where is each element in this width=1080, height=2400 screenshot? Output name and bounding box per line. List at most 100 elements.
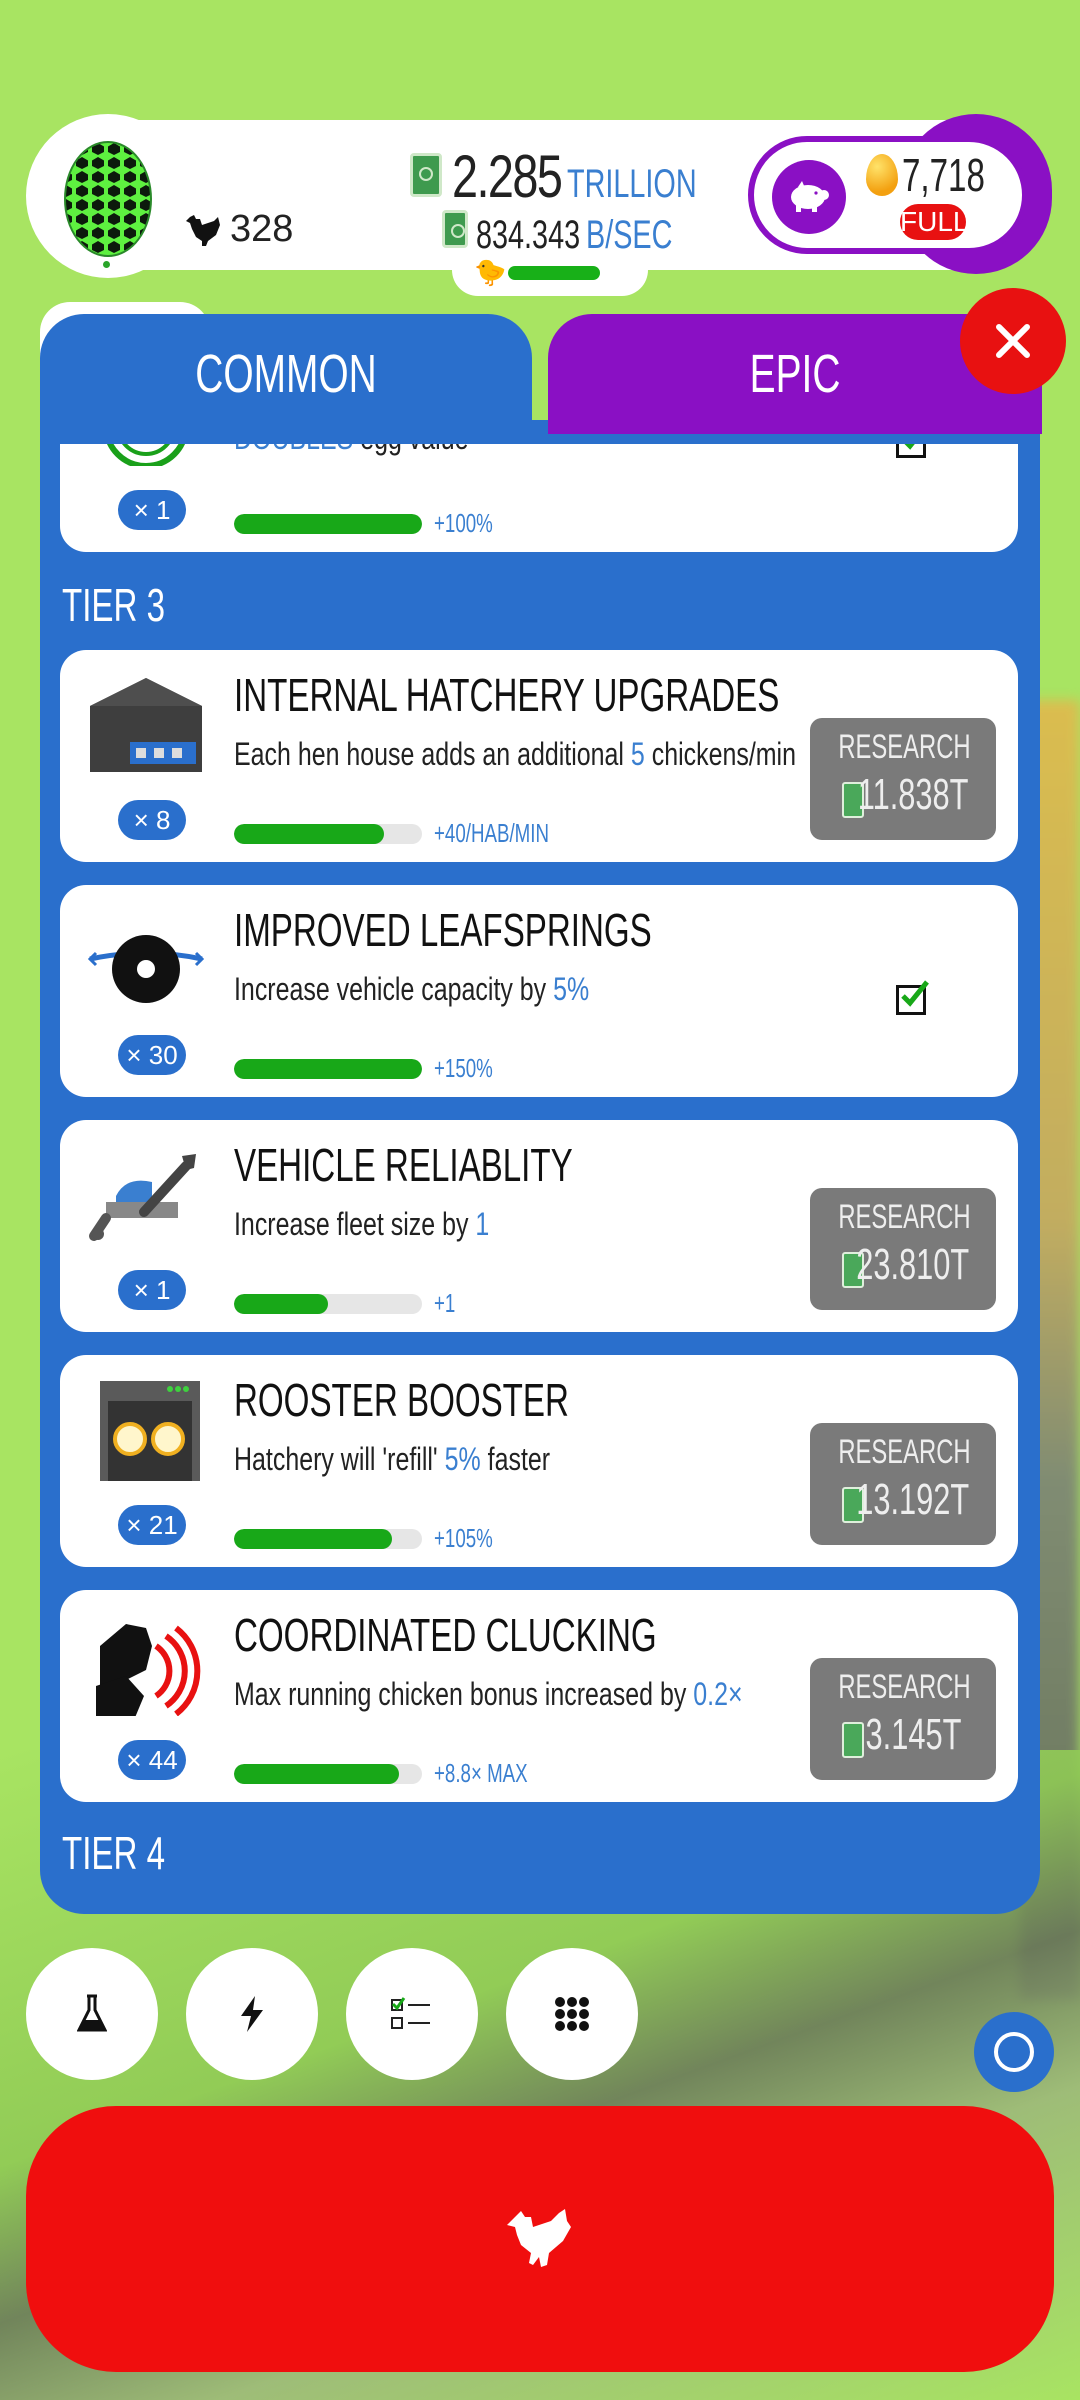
research-effect: +8.8× MAX <box>434 1758 528 1788</box>
egg-icon <box>64 141 152 257</box>
research-progress-track <box>234 824 422 844</box>
money-display: 2.285 TRILLION <box>410 142 747 211</box>
research-desc-highlight: 5 <box>630 736 645 772</box>
research-desc-highlight: 0.2× <box>693 1676 743 1712</box>
wheel-icon <box>87 935 205 1003</box>
research-cost: 11.838T <box>857 770 969 819</box>
tab-common[interactable]: COMMON <box>40 314 532 434</box>
research-desc-suffix: chickens/min <box>651 736 796 772</box>
research-count: × 1 <box>118 490 186 530</box>
chicken-count: 328 <box>184 208 293 251</box>
grid-icon <box>555 1997 589 2031</box>
research-progress-fill <box>234 1294 328 1314</box>
research-desc-text: egg value <box>360 444 468 456</box>
research-effect: +150% <box>434 1053 493 1083</box>
research-effect: +100% <box>434 508 493 538</box>
checklist-icon <box>391 1997 430 2029</box>
research-cost: 13.192T <box>856 1475 970 1524</box>
research-desc-text: Increase vehicle capacity by <box>234 971 547 1007</box>
research-button[interactable]: RESEARCH 11.838T <box>810 718 996 840</box>
money-unit: TRILLION <box>567 162 697 206</box>
research-count: × 30 <box>118 1035 186 1075</box>
camera-toggle-button[interactable] <box>974 2012 1054 2092</box>
research-lab-button[interactable] <box>26 1948 158 2080</box>
close-button[interactable] <box>960 288 1066 394</box>
hen-house-icon <box>90 678 202 772</box>
research-button-label: RESEARCH <box>838 1668 971 1706</box>
research-effect: +40/HAB/MIN <box>434 818 549 848</box>
drone-progress[interactable]: 🐤 <box>452 250 648 296</box>
flask-icon <box>77 1994 107 2032</box>
research-progress-fill <box>234 824 385 844</box>
piggy-bank-button[interactable] <box>772 160 846 234</box>
research-desc: Increase fleet size by 1 <box>234 1206 489 1243</box>
research-card: × 30 IMPROVED LEAFSPRINGS Increase vehic… <box>60 885 1018 1097</box>
research-button-label: RESEARCH <box>838 728 971 766</box>
research-desc-text: Hatchery will 'refill' <box>234 1441 438 1477</box>
research-progress-track <box>234 1764 422 1784</box>
egg-portrait[interactable] <box>26 114 190 278</box>
research-progress-fill <box>234 514 422 534</box>
research-desc-highlight: 5% <box>444 1441 481 1477</box>
research-button[interactable]: RESEARCH 23.810T <box>810 1188 996 1310</box>
research-title: IMPROVED LEAFSPRINGS <box>234 904 652 956</box>
research-progress-track <box>234 1059 422 1079</box>
research-card: × 21 ROOSTER BOOSTER Hatchery will 'refi… <box>60 1355 1018 1567</box>
golden-eggs: 7,718 <box>866 148 1017 202</box>
research-title: INTERNAL HATCHERY UPGRADES <box>234 669 780 721</box>
piggy-bank-icon <box>791 181 829 212</box>
research-count: × 8 <box>118 800 186 840</box>
research-title: COORDINATED CLUCKING <box>234 1609 657 1661</box>
research-button[interactable]: RESEARCH 3.145T <box>810 1658 996 1780</box>
research-desc-text: Max running chicken bonus increased by <box>234 1676 687 1712</box>
research-desc-suffix: faster <box>487 1441 551 1477</box>
completed-checkbox-icon <box>896 444 926 458</box>
research-desc: Hatchery will 'refill' 5% faster <box>234 1441 550 1478</box>
research-card: × 8 INTERNAL HATCHERY UPGRADES Each hen … <box>60 650 1018 862</box>
chicken-icon <box>186 214 220 246</box>
research-title: ROOSTER BOOSTER <box>234 1374 569 1426</box>
menu-grid-button[interactable] <box>506 1948 638 2080</box>
missions-button[interactable] <box>346 1948 478 2080</box>
research-progress-fill <box>234 1059 422 1079</box>
boosts-button[interactable] <box>186 1948 318 2080</box>
research-progress-track <box>234 514 422 534</box>
target-icon <box>106 444 186 466</box>
piggy-full-badge: FULL <box>900 204 968 240</box>
research-desc-text: Increase fleet size by <box>234 1206 469 1242</box>
research-card: × 1 VEHICLE RELIABLITY Increase fleet si… <box>60 1120 1018 1332</box>
completed-checkbox-icon <box>896 980 929 1015</box>
research-desc-highlight: 1 <box>475 1206 490 1242</box>
research-progress-track <box>234 1294 422 1314</box>
research-count: × 1 <box>118 1270 186 1310</box>
research-button-label: RESEARCH <box>838 1433 971 1471</box>
research-button-label: RESEARCH <box>838 1198 971 1236</box>
research-desc-text: Each hen house adds an additional <box>234 736 624 772</box>
research-cost: 3.145T <box>865 1710 961 1759</box>
ring-icon <box>994 2032 1034 2072</box>
golden-egg-count: 7,718 <box>902 149 985 201</box>
research-count: × 21 <box>118 1505 186 1545</box>
wrench-cart-icon <box>89 1154 196 1241</box>
research-desc: Increase vehicle capacity by 5% <box>234 971 589 1008</box>
hatch-chicken-button[interactable] <box>26 2106 1054 2372</box>
tab-common-label: COMMON <box>195 344 377 404</box>
research-list-clip: × 1 DOUBLES egg value +100% <box>60 444 1018 552</box>
tier-4-label: TIER 4 <box>62 1827 166 1879</box>
research-desc: Each hen house adds an additional 5 chic… <box>234 736 796 773</box>
research-button[interactable]: RESEARCH 13.192T <box>810 1423 996 1545</box>
clucking-chickens-icon <box>96 1624 201 1716</box>
incubator-icon <box>100 1381 200 1481</box>
research-desc: DOUBLES egg value <box>234 444 468 457</box>
research-card: × 44 COORDINATED CLUCKING Max running ch… <box>60 1590 1018 1802</box>
research-progress-track <box>234 1529 422 1549</box>
research-cost: 23.810T <box>856 1240 970 1289</box>
tab-epic-label: EPIC <box>749 344 841 404</box>
money-amount: 2.285 <box>452 143 563 210</box>
chicken-count-value: 328 <box>230 208 294 250</box>
research-effect: +105% <box>434 1523 493 1553</box>
cash-icon <box>442 210 468 248</box>
research-card-partial: × 1 DOUBLES egg value +100% <box>60 444 1018 552</box>
chicken-icon <box>507 2209 571 2267</box>
egg-indicator-dot <box>103 261 110 268</box>
